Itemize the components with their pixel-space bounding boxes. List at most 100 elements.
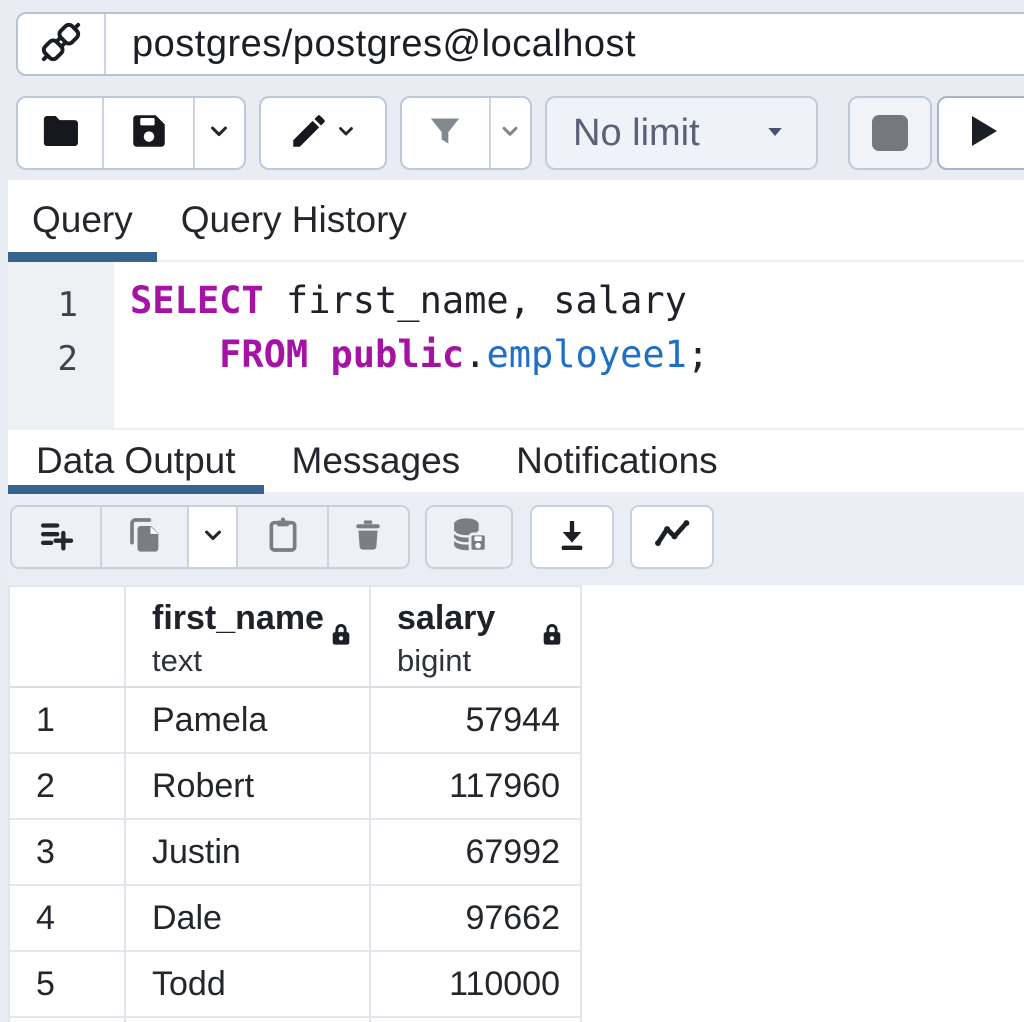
chart-button-group bbox=[630, 505, 714, 569]
salary-cell[interactable]: 57944 bbox=[371, 688, 582, 752]
database-save-icon bbox=[448, 514, 490, 561]
sql-line[interactable]: FROM public.employee1; bbox=[130, 328, 709, 382]
save-data-changes-button[interactable] bbox=[427, 507, 511, 567]
edit-button-group bbox=[259, 96, 387, 170]
row-number-cell[interactable]: 1 bbox=[10, 688, 126, 752]
stop-square-icon bbox=[872, 115, 908, 151]
chevron-down-icon bbox=[205, 117, 233, 150]
copy-icon bbox=[125, 515, 165, 560]
save-menu-button[interactable] bbox=[193, 98, 244, 168]
row-number-cell[interactable]: 4 bbox=[10, 886, 126, 950]
clipboard-icon bbox=[263, 515, 303, 560]
sql-lines[interactable]: SELECT first_name, salary FROM public.em… bbox=[114, 262, 709, 428]
tab-messages[interactable]: Messages bbox=[264, 430, 489, 492]
floppy-icon bbox=[128, 110, 170, 157]
row-limit-value: No limit bbox=[573, 112, 700, 155]
graph-visualiser-button[interactable] bbox=[632, 507, 712, 567]
execute-button[interactable] bbox=[939, 98, 1024, 168]
connection-bar: postgres/postgres@localhost bbox=[16, 12, 1024, 76]
table-row: 2Robert117960 bbox=[10, 754, 582, 820]
tab-query-history[interactable]: Query History bbox=[157, 180, 431, 260]
results-panel: first_name text salary bigint 1Pamela579… bbox=[8, 585, 1024, 1022]
caret-down-icon bbox=[760, 116, 790, 151]
output-tab-bar: Data Output Messages Notifications bbox=[8, 428, 1024, 494]
funnel-icon bbox=[425, 111, 465, 156]
table-row: 4Dale97662 bbox=[10, 886, 582, 952]
editor-gutter: 12 bbox=[8, 262, 114, 428]
tab-query[interactable]: Query bbox=[8, 180, 157, 260]
row-number-cell[interactable]: 5 bbox=[10, 952, 126, 1016]
salary-cell[interactable]: 97662 bbox=[371, 886, 582, 950]
connection-status-button[interactable] bbox=[18, 14, 106, 74]
pgadmin-query-tool-window: postgres/postgres@localhost bbox=[0, 0, 1024, 1022]
chevron-down-icon bbox=[199, 521, 227, 554]
filter-button-group bbox=[400, 96, 532, 170]
grid-corner-cell[interactable] bbox=[10, 587, 126, 686]
save-data-button-group bbox=[425, 505, 513, 569]
play-icon bbox=[957, 107, 1005, 160]
query-tab-bar: Query Query History bbox=[8, 180, 1024, 262]
line-number: 1 bbox=[8, 278, 78, 332]
lock-icon bbox=[538, 619, 566, 654]
download-button-group bbox=[530, 505, 614, 569]
edit-menu-button[interactable] bbox=[261, 98, 385, 168]
connection-label[interactable]: postgres/postgres@localhost bbox=[106, 14, 636, 74]
tab-data-output-label: Data Output bbox=[36, 440, 236, 482]
filter-menu-button[interactable] bbox=[489, 98, 530, 168]
stop-button[interactable] bbox=[850, 98, 930, 168]
results-toolbar bbox=[8, 494, 1024, 585]
folder-icon bbox=[38, 109, 82, 158]
sql-editor[interactable]: 12 SELECT first_name, salary FROM public… bbox=[8, 262, 1024, 428]
first-name-cell[interactable]: Todd bbox=[126, 952, 371, 1016]
copy-menu-button[interactable] bbox=[187, 507, 236, 567]
sql-line[interactable]: SELECT first_name, salary bbox=[130, 274, 709, 328]
chevron-down-icon bbox=[334, 119, 358, 148]
first-name-cell[interactable]: Pamela bbox=[126, 688, 371, 752]
column-header-salary[interactable]: salary bigint bbox=[371, 587, 582, 686]
open-file-button[interactable] bbox=[18, 98, 102, 168]
empty-cell bbox=[371, 1018, 582, 1022]
add-row-button[interactable] bbox=[12, 507, 100, 567]
tab-notifications[interactable]: Notifications bbox=[488, 430, 746, 492]
table-row-partial bbox=[10, 1018, 582, 1022]
execute-button-group bbox=[937, 96, 1024, 170]
tab-query-label: Query bbox=[32, 199, 133, 241]
file-button-group bbox=[16, 96, 246, 170]
first-name-cell[interactable]: Justin bbox=[126, 820, 371, 884]
filter-button[interactable] bbox=[402, 98, 489, 168]
row-number-cell[interactable]: 3 bbox=[10, 820, 126, 884]
tab-notifications-label: Notifications bbox=[516, 440, 718, 482]
table-row: 5Todd110000 bbox=[10, 952, 582, 1018]
stop-button-group bbox=[848, 96, 932, 170]
grid-body: 1Pamela579442Robert1179603Justin679924Da… bbox=[10, 688, 582, 1022]
data-grid: first_name text salary bigint 1Pamela579… bbox=[8, 585, 582, 1022]
download-icon bbox=[552, 515, 592, 560]
tab-query-history-label: Query History bbox=[181, 199, 407, 241]
first-name-cell[interactable]: Robert bbox=[126, 754, 371, 818]
row-number-cell[interactable]: 2 bbox=[10, 754, 126, 818]
line-number: 2 bbox=[8, 332, 78, 386]
grid-header-row: first_name text salary bigint bbox=[10, 587, 582, 688]
salary-cell[interactable]: 67992 bbox=[371, 820, 582, 884]
empty-cell bbox=[10, 1018, 126, 1022]
plug-connected-icon bbox=[35, 16, 87, 73]
salary-cell[interactable]: 117960 bbox=[371, 754, 582, 818]
salary-cell[interactable]: 110000 bbox=[371, 952, 582, 1016]
table-row: 1Pamela57944 bbox=[10, 688, 582, 754]
paste-button[interactable] bbox=[236, 507, 326, 567]
tab-messages-label: Messages bbox=[292, 440, 461, 482]
column-header-first-name[interactable]: first_name text bbox=[126, 587, 371, 686]
edit-data-button-group bbox=[10, 505, 410, 569]
chevron-down-icon bbox=[497, 118, 523, 149]
line-chart-icon bbox=[651, 514, 693, 561]
lock-icon bbox=[327, 619, 355, 654]
first-name-cell[interactable]: Dale bbox=[126, 886, 371, 950]
tab-data-output[interactable]: Data Output bbox=[8, 430, 264, 492]
delete-rows-button[interactable] bbox=[327, 507, 408, 567]
table-row: 3Justin67992 bbox=[10, 820, 582, 886]
row-limit-select[interactable]: No limit bbox=[545, 96, 818, 170]
pencil-icon bbox=[288, 110, 330, 157]
copy-button[interactable] bbox=[100, 507, 187, 567]
download-results-button[interactable] bbox=[532, 507, 612, 567]
save-file-button[interactable] bbox=[102, 98, 192, 168]
